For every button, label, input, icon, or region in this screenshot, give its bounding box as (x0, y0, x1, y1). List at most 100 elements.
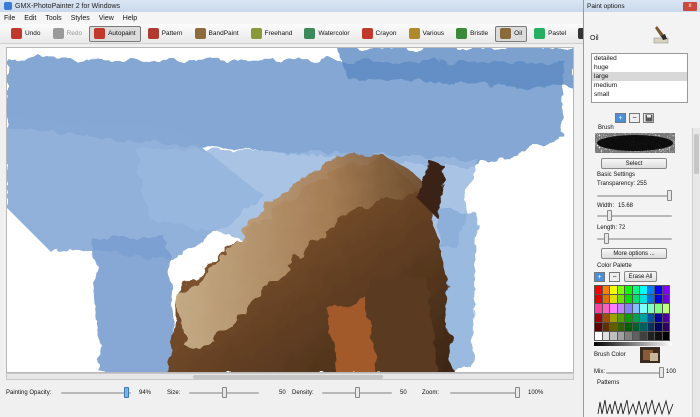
color-swatch[interactable] (632, 313, 639, 322)
color-swatch[interactable] (655, 331, 662, 340)
slider-handle[interactable] (124, 387, 130, 398)
zoom-slider[interactable] (450, 387, 520, 398)
mix-slider[interactable] (606, 367, 664, 378)
menu-edit[interactable]: Edit (24, 15, 36, 22)
color-swatch[interactable] (640, 331, 647, 340)
scrollbar-thumb[interactable] (694, 134, 699, 174)
density-slider[interactable] (322, 387, 392, 398)
color-swatch[interactable] (662, 322, 669, 331)
color-swatch[interactable] (617, 313, 624, 322)
color-swatch[interactable] (655, 304, 662, 313)
color-swatch[interactable] (617, 295, 624, 304)
color-swatch[interactable] (640, 304, 647, 313)
grayscale-strip[interactable] (594, 342, 672, 346)
brush-color-swatch[interactable] (640, 347, 660, 363)
color-swatch[interactable] (602, 286, 609, 295)
toolbar-redo-button[interactable]: Redo (48, 26, 88, 42)
add-brush-button[interactable]: + (615, 113, 626, 123)
color-swatch[interactable] (647, 304, 654, 313)
toolbar-pattern-button[interactable]: Pattern (143, 26, 188, 42)
panel-scrollbar[interactable] (692, 128, 700, 417)
save-brush-button[interactable] (643, 113, 654, 123)
color-swatch[interactable] (625, 286, 632, 295)
color-swatch[interactable] (602, 331, 609, 340)
color-swatch[interactable] (640, 322, 647, 331)
color-swatch[interactable] (625, 295, 632, 304)
color-swatch[interactable] (662, 295, 669, 304)
slider-handle[interactable] (354, 387, 360, 398)
slider-handle[interactable] (606, 210, 612, 221)
color-swatch[interactable] (640, 286, 647, 295)
color-swatch[interactable] (602, 313, 609, 322)
color-swatch[interactable] (640, 295, 647, 304)
color-swatch[interactable] (632, 331, 639, 340)
length-slider[interactable] (597, 233, 672, 244)
color-swatch[interactable] (602, 322, 609, 331)
color-swatch[interactable] (610, 295, 617, 304)
color-swatch[interactable] (595, 331, 602, 340)
color-swatch[interactable] (617, 304, 624, 313)
horizontal-scrollbar[interactable] (6, 373, 574, 380)
menu-view[interactable]: View (99, 15, 114, 22)
slider-handle[interactable] (603, 233, 609, 244)
color-swatch[interactable] (632, 322, 639, 331)
color-swatch[interactable] (655, 322, 662, 331)
brush-size-item[interactable]: detailed (592, 54, 687, 63)
menu-help[interactable]: Help (123, 15, 137, 22)
width-slider[interactable] (597, 210, 672, 221)
color-swatch[interactable] (595, 295, 602, 304)
toolbar-autopaint-button[interactable]: Autopaint (89, 25, 141, 42)
toolbar-bandpaint-button[interactable]: BandPaint (190, 26, 244, 42)
color-swatch[interactable] (610, 331, 617, 340)
menu-file[interactable]: File (4, 15, 15, 22)
close-button[interactable]: x (683, 1, 697, 11)
color-swatch[interactable] (625, 304, 632, 313)
slider-handle[interactable] (221, 387, 227, 398)
color-swatch[interactable] (610, 322, 617, 331)
erase-all-button[interactable]: Erase All (624, 271, 657, 282)
toolbar-pastel-button[interactable]: Pastel (529, 26, 571, 42)
color-swatch[interactable] (610, 304, 617, 313)
color-swatch[interactable] (632, 286, 639, 295)
color-swatch[interactable] (610, 313, 617, 322)
brush-size-item[interactable]: small (592, 90, 687, 99)
toolbar-various-button[interactable]: Various (404, 26, 450, 42)
color-swatch[interactable] (625, 331, 632, 340)
slider-handle[interactable] (515, 387, 520, 398)
toolbar-crayon-button[interactable]: Crayon (357, 26, 402, 42)
color-swatch[interactable] (655, 295, 662, 304)
color-swatch[interactable] (655, 313, 662, 322)
toolbar-bristle-button[interactable]: Bristle (451, 26, 493, 42)
color-swatch[interactable] (595, 304, 602, 313)
add-color-button[interactable]: + (594, 272, 605, 282)
toolbar-oil-button[interactable]: Oil (495, 25, 528, 42)
color-swatch[interactable] (595, 322, 602, 331)
color-swatch[interactable] (662, 331, 669, 340)
brush-size-list[interactable]: detailed huge large medium small (591, 53, 688, 103)
more-options-button[interactable]: More options ... (601, 248, 667, 259)
remove-brush-button[interactable]: − (629, 113, 640, 123)
color-swatch[interactable] (647, 286, 654, 295)
color-swatch[interactable] (602, 304, 609, 313)
color-swatch[interactable] (625, 322, 632, 331)
brush-size-item[interactable]: large (592, 72, 687, 81)
color-swatch[interactable] (647, 313, 654, 322)
slider-handle[interactable] (659, 367, 664, 378)
color-swatch[interactable] (602, 295, 609, 304)
color-palette-grid[interactable] (594, 285, 670, 341)
menu-styles[interactable]: Styles (71, 15, 90, 22)
menu-tools[interactable]: Tools (45, 15, 61, 22)
color-swatch[interactable] (617, 322, 624, 331)
painting-opacity-slider[interactable] (61, 387, 131, 398)
remove-color-button[interactable]: − (609, 272, 620, 282)
color-swatch[interactable] (647, 322, 654, 331)
painting-canvas[interactable] (6, 47, 574, 373)
slider-handle[interactable] (667, 190, 672, 201)
color-swatch[interactable] (655, 286, 662, 295)
color-swatch[interactable] (595, 286, 602, 295)
select-brush-button[interactable]: Select (601, 158, 667, 169)
brush-size-item[interactable]: medium (592, 81, 687, 90)
toolbar-watercolor-button[interactable]: Watercolor (299, 26, 354, 42)
size-slider[interactable] (189, 387, 259, 398)
color-swatch[interactable] (617, 331, 624, 340)
